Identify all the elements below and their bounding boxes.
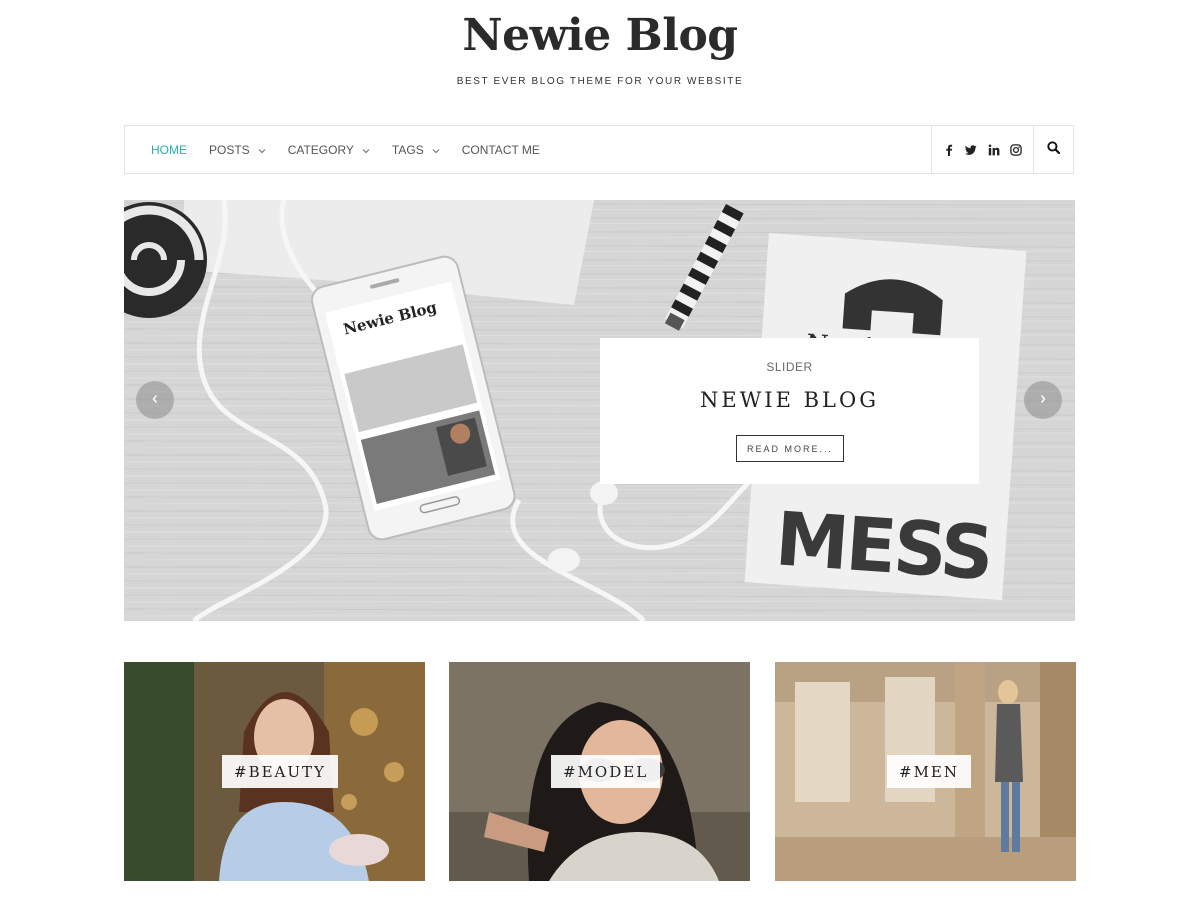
site-tagline: BEST EVER BLOG THEME FOR YOUR WEBSITE — [456, 76, 744, 87]
slide-caption-card: SLIDER NEWIE BLOG READ MORE... — [600, 338, 979, 484]
tile-label-beauty[interactable]: #BEAUTY — [222, 755, 338, 788]
category-tile-men[interactable]: #MEN — [775, 662, 1076, 881]
category-tile-model[interactable]: #MODEL — [449, 662, 750, 881]
instagram-icon[interactable] — [1008, 142, 1024, 158]
nav-item-label: CONTACT ME — [461, 142, 540, 157]
slide-title[interactable]: NEWIE BLOG — [600, 388, 979, 412]
nav-item-contact[interactable]: CONTACT ME — [462, 143, 540, 157]
search-button[interactable] — [1033, 126, 1073, 173]
magazine-headline: MESS — [773, 496, 994, 597]
nav-item-label: CATEGORY — [287, 142, 354, 157]
tile-label-model[interactable]: #MODEL — [551, 755, 661, 788]
main-navbar: HOME POSTS CATEGORY TAGS CONTACT ME — [124, 125, 1074, 174]
slider-prev-button[interactable] — [136, 381, 174, 419]
nav-item-posts[interactable]: POSTS — [209, 143, 266, 157]
nav-menu: HOME POSTS CATEGORY TAGS CONTACT ME — [151, 126, 562, 173]
nav-item-label: TAGS — [391, 142, 424, 157]
social-links — [931, 126, 1033, 173]
hero-slider[interactable]: Newie Blo MESS Newie Blog SLIDER NEWIE B… — [124, 200, 1075, 621]
nav-item-label: POSTS — [209, 142, 250, 157]
search-icon — [1047, 140, 1061, 159]
category-tile-beauty[interactable]: #BEAUTY — [124, 662, 425, 881]
chevron-down-icon — [432, 143, 440, 157]
twitter-icon[interactable] — [963, 142, 979, 158]
slider-next-button[interactable] — [1024, 381, 1062, 419]
nav-item-home[interactable]: HOME — [151, 143, 187, 157]
nav-item-label: HOME — [151, 142, 187, 157]
facebook-icon[interactable] — [941, 142, 957, 158]
read-more-button[interactable]: READ MORE... — [736, 435, 844, 462]
slide-category[interactable]: SLIDER — [600, 360, 979, 374]
chevron-down-icon — [362, 143, 370, 157]
chevron-down-icon — [258, 143, 266, 157]
nav-item-tags[interactable]: TAGS — [392, 143, 440, 157]
site-title[interactable]: Newie Blog — [0, 10, 1200, 61]
chevron-right-icon — [1039, 391, 1047, 409]
tile-label-men[interactable]: #MEN — [887, 755, 972, 788]
linkedin-icon[interactable] — [986, 142, 1002, 158]
nav-item-category[interactable]: CATEGORY — [288, 143, 370, 157]
chevron-left-icon — [151, 391, 159, 409]
